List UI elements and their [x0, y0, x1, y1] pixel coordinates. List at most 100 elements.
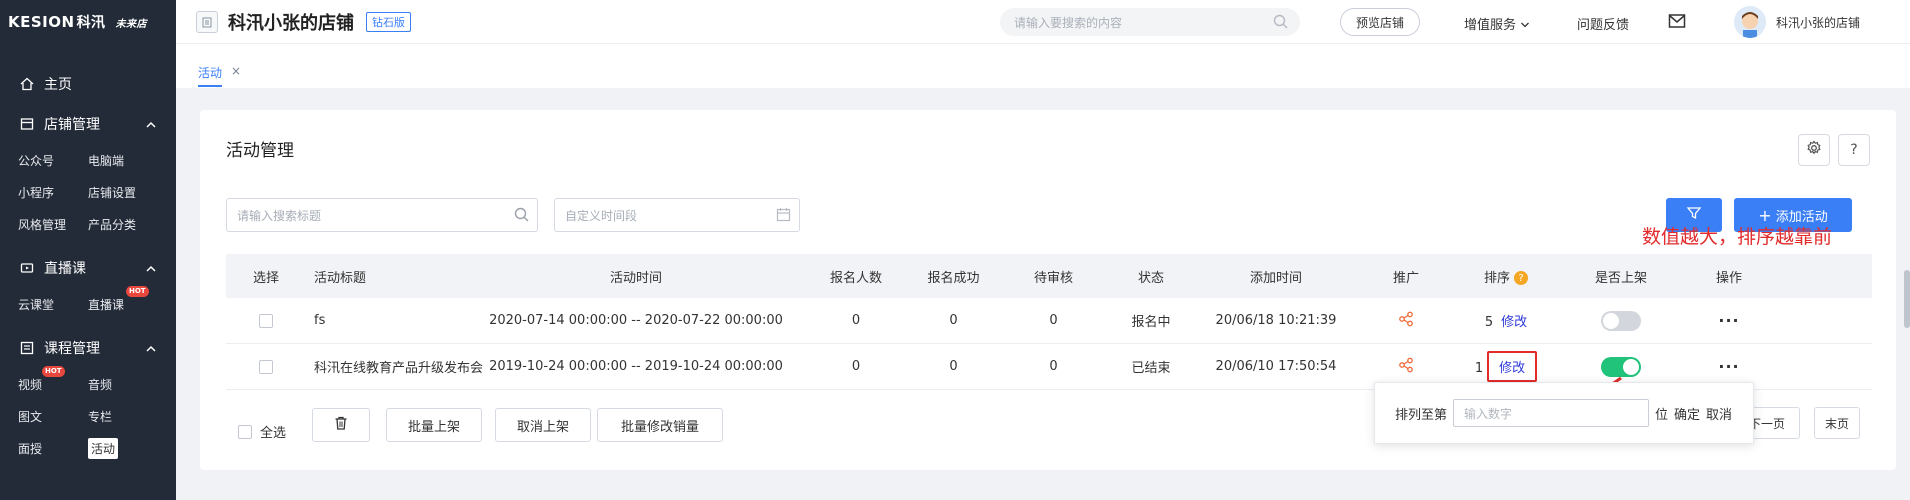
rank-number-input[interactable]: 输入数字 — [1453, 399, 1650, 427]
more-icon[interactable]: ··· — [1718, 357, 1739, 376]
edit-rank-link[interactable]: 修改 — [1499, 361, 1525, 376]
help-icon[interactable]: ? — [1514, 271, 1528, 285]
col-signups: 报名人数 — [829, 270, 882, 286]
sidebar-item-label: 主页 — [44, 77, 72, 93]
row-checkbox[interactable] — [259, 359, 273, 374]
global-search-input[interactable]: 请输入要搜索的内容 — [1000, 8, 1300, 36]
edit-rank-link[interactable]: 修改 — [1501, 315, 1527, 330]
calendar-icon — [776, 207, 791, 225]
rank-popover: 排列至第 输入数字 位 确定 取消 — [1374, 382, 1754, 444]
last-page-button[interactable]: 末页 — [1814, 407, 1860, 439]
trash-icon — [333, 415, 349, 435]
batch-on-shelf-button[interactable]: 批量上架 — [386, 408, 482, 442]
search-icon[interactable] — [1273, 14, 1288, 32]
sidebar: KESION 科汛 未来店 主页 店铺管理 公众号 电脑端 小程序 店铺设置 风… — [0, 0, 176, 500]
rank-cancel-button[interactable]: 取消 — [1706, 404, 1732, 423]
sidebar-item-article[interactable]: 图文 — [18, 400, 88, 432]
tab-activity[interactable]: 活动 — [198, 64, 223, 87]
shop-icon — [196, 10, 218, 33]
value-services-menu[interactable]: 增值服务 — [1464, 14, 1530, 33]
search-icon[interactable] — [514, 207, 529, 225]
row-pending: 0 — [1049, 359, 1058, 374]
shelf-toggle[interactable] — [1601, 310, 1641, 331]
row-status: 已结束 — [1131, 361, 1171, 376]
sidebar-item-pc[interactable]: 电脑端 — [88, 144, 158, 176]
sidebar-item-cloud-class[interactable]: 云课堂 — [18, 288, 88, 320]
sidebar-item-home[interactable]: 主页 — [0, 64, 176, 104]
sidebar-group-label: 直播课 — [44, 261, 86, 277]
col-title: 活动标题 — [314, 270, 367, 286]
row-success: 0 — [949, 359, 958, 374]
sidebar-item-column[interactable]: 专栏 — [88, 400, 158, 432]
sidebar-item-style[interactable]: 风格管理 — [18, 208, 88, 240]
sidebar-item-store-settings[interactable]: 店铺设置 — [88, 176, 158, 208]
sidebar-group-label: 课程管理 — [44, 341, 100, 357]
sidebar-item-video[interactable]: 视频 HOT — [18, 366, 88, 400]
settings-button[interactable] — [1798, 134, 1830, 166]
rank-confirm-button[interactable]: 确定 — [1674, 404, 1700, 423]
batch-sales-button[interactable]: 批量修改销量 — [597, 408, 723, 442]
user-name[interactable]: 科汛小张的店铺 — [1776, 14, 1860, 31]
scrollbar[interactable] — [1904, 270, 1910, 328]
select-all[interactable]: 全选 — [238, 422, 286, 441]
store-icon — [18, 115, 36, 133]
cancel-on-shelf-button[interactable]: 取消上架 — [495, 408, 591, 442]
sidebar-item-live-course[interactable]: 直播课 HOT — [88, 286, 158, 320]
chevron-down-icon — [1520, 18, 1530, 33]
sidebar-group-live[interactable]: 直播课 — [0, 248, 176, 288]
col-added: 添加时间 — [1249, 270, 1302, 286]
table-header: 选择 活动标题 活动时间 报名人数 报名成功 待审核 状态 添加时间 推广 排序… — [226, 254, 1872, 298]
col-success: 报名成功 — [927, 270, 980, 286]
sidebar-item-categories[interactable]: 产品分类 — [88, 208, 158, 240]
sidebar-item-miniapp[interactable]: 小程序 — [18, 176, 88, 208]
logo-cn: 科汛 — [76, 15, 106, 31]
row-time: 2019-10-24 00:00:00 -- 2019-10-24 00:00:… — [489, 359, 783, 374]
row-added: 20/06/10 17:50:54 — [1215, 359, 1337, 374]
preview-store-button[interactable]: 预览店铺 — [1340, 8, 1420, 36]
col-actions: 操作 — [1715, 270, 1742, 286]
row-time: 2020-07-14 00:00:00 -- 2020-07-22 00:00:… — [489, 313, 783, 328]
share-icon[interactable] — [1398, 357, 1414, 377]
hot-badge: HOT — [42, 366, 65, 377]
logo-tag: 未来店 — [115, 18, 148, 30]
row-pending: 0 — [1049, 313, 1058, 328]
gear-icon — [1806, 140, 1822, 160]
top-bar: 科汛小张的店铺 钻石版 请输入要搜索的内容 预览店铺 增值服务 问题反馈 科汛小… — [176, 0, 1910, 44]
col-time: 活动时间 — [609, 270, 662, 286]
course-icon — [18, 339, 36, 357]
col-on-shelf: 是否上架 — [1594, 270, 1647, 286]
shop-name: 科汛小张的店铺 — [228, 12, 354, 34]
more-icon[interactable]: ··· — [1718, 311, 1739, 330]
title-search-input[interactable]: 请输入搜索标题 — [226, 198, 538, 232]
share-icon[interactable] — [1398, 311, 1414, 331]
table-row: fs 2020-07-14 00:00:00 -- 2020-07-22 00:… — [226, 298, 1872, 344]
close-icon[interactable]: × — [231, 64, 241, 78]
page-title: 活动管理 — [226, 141, 294, 161]
live-icon — [18, 259, 36, 277]
delete-button[interactable] — [312, 408, 370, 442]
sidebar-item-activity[interactable]: 活动 — [88, 432, 158, 464]
sidebar-item-offline[interactable]: 面授 — [18, 432, 88, 464]
row-checkbox[interactable] — [259, 313, 273, 328]
sidebar-group-label: 店铺管理 — [44, 117, 100, 133]
feedback-link[interactable]: 问题反馈 — [1577, 14, 1629, 33]
sidebar-item-audio[interactable]: 音频 — [88, 368, 158, 400]
sidebar-group-store[interactable]: 店铺管理 — [0, 104, 176, 144]
mail-icon[interactable] — [1668, 13, 1686, 33]
row-rank: 5 — [1484, 315, 1494, 330]
avatar[interactable] — [1734, 6, 1766, 38]
row-signups: 0 — [851, 313, 861, 328]
col-select: 选择 — [252, 270, 279, 286]
help-button[interactable]: ? — [1838, 134, 1870, 166]
select-all-checkbox[interactable] — [238, 424, 252, 439]
activity-table: 选择 活动标题 活动时间 报名人数 报名成功 待审核 状态 添加时间 推广 排序… — [226, 254, 1872, 390]
sidebar-item-wechat[interactable]: 公众号 — [18, 144, 88, 176]
sidebar-group-course[interactable]: 课程管理 — [0, 328, 176, 368]
date-range-input[interactable]: 自定义时间段 — [554, 198, 800, 232]
logo[interactable]: KESION 科汛 未来店 — [0, 0, 176, 44]
sort-annotation: 数值越大，排序越靠前 — [1642, 226, 1833, 248]
col-rank: 排序? — [1456, 267, 1556, 286]
rank-suffix: 位 — [1655, 407, 1669, 423]
edition-badge: 钻石版 — [366, 11, 411, 32]
home-icon — [18, 75, 36, 93]
